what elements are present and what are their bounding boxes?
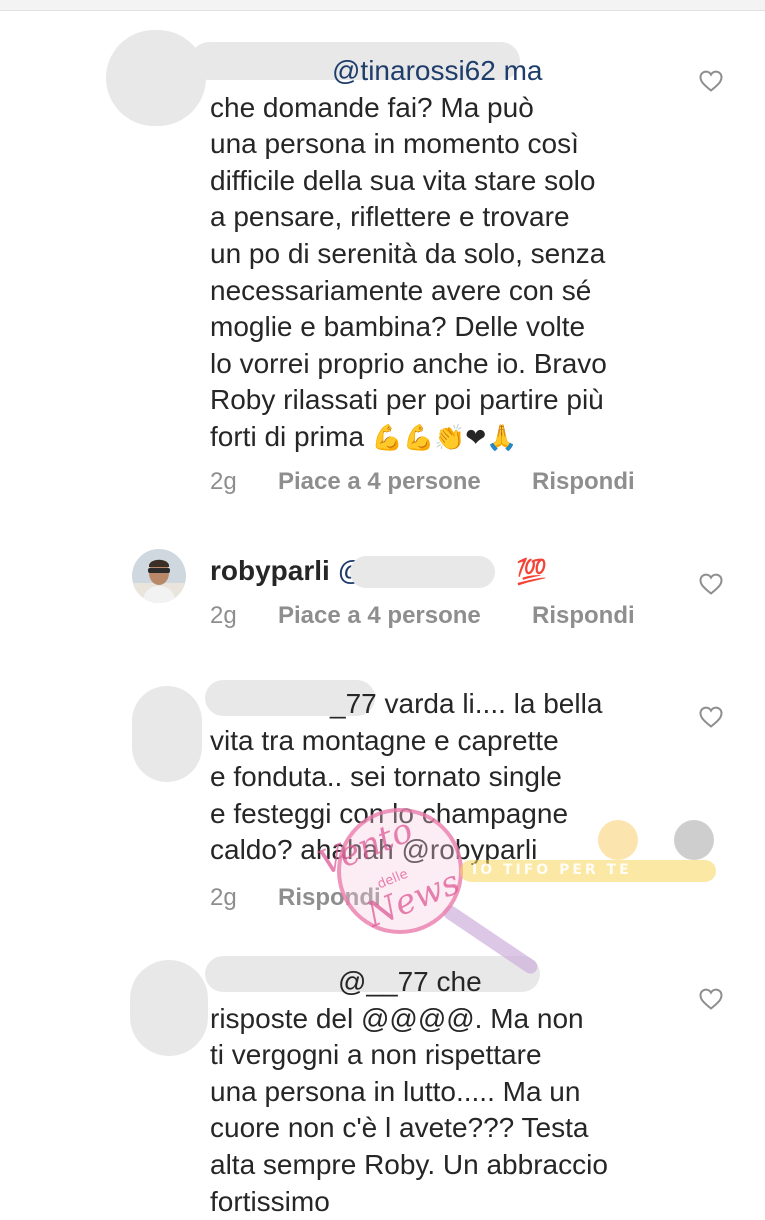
comment-line: @tinarossi62 ma	[210, 53, 660, 90]
comment-line: e fonduta.. sei tornato single	[210, 761, 562, 793]
redaction-scribble	[132, 686, 202, 782]
redaction-scribble	[130, 960, 208, 1056]
comment-line: un po di serenità da solo, senza	[210, 237, 606, 269]
comment-time: 2g	[210, 468, 237, 495]
like-heart-icon[interactable]	[699, 706, 723, 728]
comment-line: caldo? ahahah @robyparli	[210, 834, 538, 866]
comment-meta: 2g Piace a 4 persone Rispondi	[210, 468, 635, 496]
comment-line: ti vergogni a non rispettare	[210, 1039, 542, 1071]
reply-button[interactable]: Rispondi	[278, 884, 381, 912]
redaction-scribble	[350, 556, 495, 588]
comment-line-text: forti di prima	[210, 420, 365, 452]
comment-line: @__77 che	[210, 964, 660, 1001]
comment-time: 2g	[210, 602, 237, 629]
comment-line-text: @__77 che	[338, 966, 482, 997]
comment-text: _77 varda li.... la bella vita tra monta…	[210, 686, 660, 869]
reply-button[interactable]: Rispondi	[532, 468, 635, 496]
top-status-bar	[0, 0, 765, 11]
comment-time: 2g	[210, 884, 237, 911]
comment-line: a pensare, riflettere e trovare	[210, 201, 570, 233]
likes-count-button[interactable]: Piace a 4 persone	[278, 602, 532, 630]
like-heart-icon[interactable]	[699, 573, 723, 595]
comment-meta: 2g Piace a 4 persone Rispondi	[210, 602, 635, 630]
avatar[interactable]	[132, 549, 186, 603]
comment-line: alta sempre Roby. Un abbraccio	[210, 1148, 608, 1180]
like-heart-icon[interactable]	[699, 70, 723, 92]
comment-text: @tinarossi62 ma che domande fai? Ma può …	[210, 53, 660, 457]
like-heart-icon[interactable]	[699, 988, 723, 1010]
comment-line: _77 varda li.... la bella	[210, 686, 660, 723]
comment-meta: 2g Rispondi	[210, 884, 381, 912]
comment-line: difficile della sua vita stare solo	[210, 164, 596, 196]
comment-line: fortissimo	[210, 1185, 330, 1217]
comment-line: che domande fai? Ma può	[210, 91, 534, 123]
comment-line: vita tra montagne e caprette	[210, 724, 559, 756]
comment-line: una persona in lutto..... Ma un	[210, 1075, 581, 1107]
comment-text: @__77 che risposte del @@@@. Ma non ti v…	[210, 964, 660, 1220]
comment-line: risposte del @@@@. Ma non	[210, 1002, 584, 1034]
username-link[interactable]: robyparli	[210, 555, 330, 586]
comment-line: e festeggi con lo champagne	[210, 797, 569, 829]
comment-line: una persona in momento così	[210, 128, 579, 160]
comment-line: forti di prima 💪💪👏❤🙏	[210, 419, 660, 457]
comment-line: cuore non c'è l avete??? Testa	[210, 1112, 589, 1144]
redaction-scribble	[106, 30, 206, 126]
mention-link[interactable]: @tinarossi62 ma	[332, 55, 543, 86]
comment-line: Roby rilassati per poi partire più	[210, 384, 604, 416]
likes-count-button[interactable]: Piace a 4 persone	[278, 468, 532, 496]
comment-line-text: _77 varda li.... la bella	[330, 688, 603, 719]
comment-line: moglie e bambina? Delle volte	[210, 311, 586, 343]
reply-button[interactable]: Rispondi	[532, 602, 635, 630]
hundred-points-emoji: 💯	[516, 557, 548, 586]
comment-line: lo vorrei proprio anche io. Bravo	[210, 347, 607, 379]
emoji-group: 💪💪👏❤🙏	[371, 422, 518, 452]
comment-line: necessariamente avere con sé	[210, 274, 592, 306]
cartoon-face-icon	[674, 820, 714, 860]
